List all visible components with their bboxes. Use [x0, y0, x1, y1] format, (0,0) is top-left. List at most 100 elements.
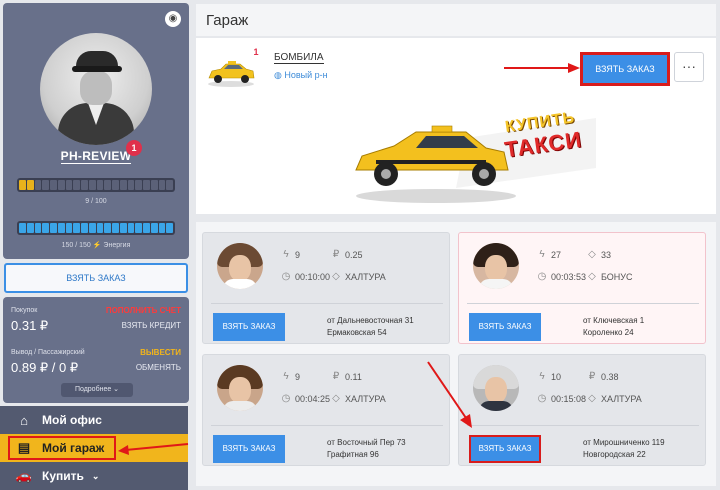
- type-value: ХАЛТУРА: [345, 271, 386, 282]
- lightning-icon: ϟ: [283, 371, 289, 382]
- annotation-arrow-garage: [118, 443, 189, 455]
- more-button[interactable]: Подробнее ⌄: [61, 383, 133, 397]
- progress-segment: [34, 223, 42, 233]
- address-to: Графитная 96: [327, 450, 379, 459]
- progress-segment: [104, 180, 111, 190]
- progress-segment: [26, 180, 34, 190]
- money-stat: ₽0.38: [587, 371, 619, 382]
- type-stat: ◇ БОНУС: [587, 271, 632, 282]
- menu-item-buy[interactable]: 🚗 Купить ⌄: [0, 462, 188, 490]
- progress-segment: [143, 223, 150, 233]
- purchases-value: 0.31 ₽: [11, 318, 49, 333]
- stats-panel: Покупок 0.31 ₽ ПОПОЛНИТЬ СЧЕТ ВЗЯТЬ КРЕД…: [3, 297, 189, 403]
- progress-segment: [150, 180, 158, 190]
- gold-progress-bar: [17, 178, 175, 192]
- take-order-button[interactable]: ВЗЯТЬ ЗАКАЗ: [213, 435, 285, 463]
- progress-segment: [112, 223, 119, 233]
- withdraw-link[interactable]: ВЫВЕСТИ: [140, 348, 181, 357]
- address-from: от Дальневосточная 31: [327, 316, 414, 325]
- progress-segment: [96, 180, 104, 190]
- purchases-label: Покупок: [11, 307, 38, 314]
- money-value: 0.25: [345, 249, 363, 260]
- username[interactable]: PH-REVIEW: [3, 149, 189, 164]
- order-card: ϟ 10 ₽0.38 ◷ 00:15:08 ◇ ХАЛТУРА ВЗЯТЬ ЗАКАЗ…: [458, 354, 706, 466]
- type-stat: ◇ ХАЛТУРА: [587, 393, 642, 404]
- exchange-link[interactable]: ОБМЕНЯТЬ: [136, 363, 181, 372]
- more-options-button[interactable]: ···: [674, 52, 704, 82]
- energy-progress-bar: [17, 221, 175, 235]
- progress-segment: [81, 180, 88, 190]
- take-credit-link[interactable]: ВЗЯТЬ КРЕДИТ: [122, 321, 181, 330]
- energy-stat: ϟ9: [281, 249, 300, 260]
- withdraw-label: Вывод / Пассажирский: [11, 349, 85, 356]
- withdraw-value: 0.89 ₽ / 0 ₽: [11, 360, 79, 375]
- take-order-button-main[interactable]: ВЗЯТЬ ЗАКАЗ: [580, 52, 670, 86]
- username-text[interactable]: PH-REVIEW: [60, 149, 132, 164]
- lightning-icon: ϟ: [283, 249, 289, 260]
- globe-icon: ◍: [274, 70, 282, 80]
- page-header: Гараж: [196, 4, 716, 36]
- annotation-arrow-take-order: [504, 63, 580, 73]
- order-address: от Дальневосточная 31 Ермаковская 54: [327, 315, 414, 339]
- progress-segment: [42, 180, 49, 190]
- address-from: от Мирошниченко 119: [583, 438, 665, 447]
- diamond-icon: ◇: [332, 271, 340, 282]
- order-address: от Восточный Пер 73 Графитная 96: [327, 437, 406, 461]
- lightning-icon: ϟ: [539, 371, 545, 382]
- progress-segment: [57, 223, 65, 233]
- energy-stat: ϟ 10: [537, 371, 561, 382]
- time-value: 00:03:53: [551, 271, 587, 282]
- progress-segment: [135, 223, 142, 233]
- progress-segment: [65, 223, 73, 233]
- progress-segment: [88, 223, 96, 233]
- take-order-button-sidebar[interactable]: ВЗЯТЬ ЗАКАЗ: [4, 263, 188, 293]
- money-value: 0.11: [345, 371, 362, 382]
- car-status-text: Новый р-н: [284, 70, 328, 80]
- progress-segment: [127, 180, 135, 190]
- progress-segment: [42, 223, 49, 233]
- time-value: 00:04:25: [295, 393, 331, 404]
- progress-segment: [112, 180, 119, 190]
- progress-segment: [127, 223, 135, 233]
- car-name[interactable]: БОМБИЛА: [274, 52, 324, 64]
- progress-segment: [119, 223, 127, 233]
- camera-icon[interactable]: ◉: [165, 11, 181, 27]
- menu-item-office[interactable]: ⌂ Мой офис: [0, 406, 188, 434]
- energy-progress-text: 150 / 150 ⚡ Энергия: [61, 242, 131, 249]
- take-order-button[interactable]: ВЗЯТЬ ЗАКАЗ: [213, 313, 285, 341]
- address-to: Ермаковская 54: [327, 328, 387, 337]
- take-order-button[interactable]: ВЗЯТЬ ЗАКАЗ: [469, 313, 541, 341]
- progress-segment: [50, 223, 57, 233]
- garage-card: 1 БОМБИЛА ◍ Новый р-н ВЗЯТЬ ЗАКАЗ ··· КУ…: [196, 38, 716, 214]
- office-icon: ⌂: [20, 412, 28, 428]
- profile-panel: ◉ PH-REVIEW 1 9 / 100 150 / 150 ⚡ Энерги…: [3, 3, 189, 259]
- money-stat: ₽0.11: [331, 371, 362, 382]
- top-up-link[interactable]: ПОПОЛНИТЬ СЧЕТ: [106, 306, 181, 315]
- address-to: Короленко 24: [583, 328, 634, 337]
- money-stat: ₽0.25: [331, 249, 363, 260]
- taxi-car-thumbnail[interactable]: [206, 58, 256, 88]
- address-from: от Ключевская 1: [583, 316, 645, 325]
- progress-segment: [166, 180, 173, 190]
- client-avatar: [473, 243, 519, 289]
- progress-segment: [65, 180, 73, 190]
- progress-segment: [50, 180, 57, 190]
- page-title: Гараж: [206, 12, 249, 29]
- menu-item-buy-label: Купить: [42, 469, 84, 483]
- progress-segment: [73, 223, 80, 233]
- progress-segment: [119, 180, 127, 190]
- progress-segment: [158, 180, 166, 190]
- order-address: от Мирошниченко 119 Новгородская 22: [583, 437, 665, 461]
- notification-badge[interactable]: 1: [126, 140, 142, 156]
- diamond-icon: ◇: [588, 271, 596, 282]
- progress-segment: [19, 223, 26, 233]
- money-value: 0.38: [601, 371, 619, 382]
- address-to: Новгородская 22: [583, 450, 646, 459]
- progress-segment: [96, 223, 104, 233]
- order-card: ϟ9 ₽0.25 ◷ 00:10:00 ◇ ХАЛТУРА ВЗЯТЬ ЗАКАЗ …: [202, 232, 450, 344]
- clock-icon: ◷: [281, 393, 291, 404]
- diamond-icon: ◇: [588, 393, 596, 404]
- avatar[interactable]: [40, 33, 152, 145]
- take-order-button[interactable]: ВЗЯТЬ ЗАКАЗ: [469, 435, 541, 463]
- type-stat: ◇ ХАЛТУРА: [331, 271, 386, 282]
